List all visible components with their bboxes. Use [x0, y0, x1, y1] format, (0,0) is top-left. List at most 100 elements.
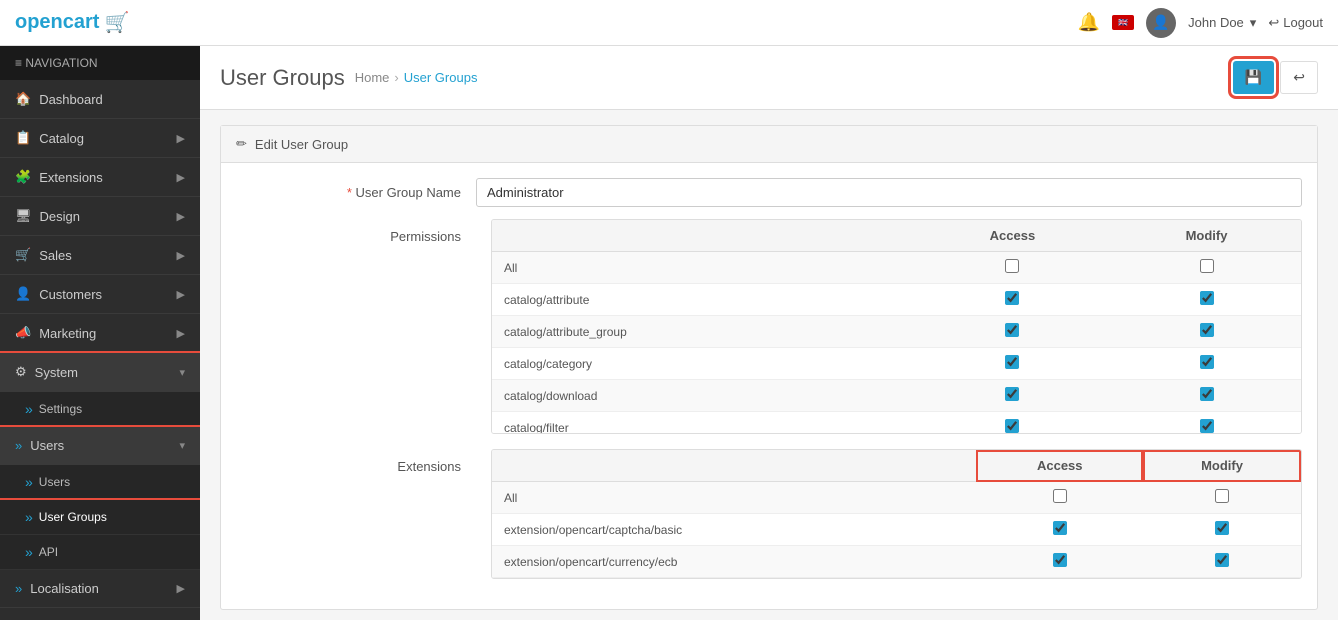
table-row: catalog/attribute_group [492, 316, 1301, 348]
perm-row-name: catalog/category [492, 348, 913, 380]
customers-icon: 👤 [15, 286, 31, 302]
top-nav-right: 🔔 🇬🇧 👤 John Doe ▾ ↩ Logout [1078, 8, 1323, 38]
chevron-right-icon: ▶ [177, 132, 185, 145]
save-icon: 💾 [1245, 69, 1262, 85]
sidebar-item-label: Extensions [39, 170, 103, 185]
access-checkbox[interactable] [1053, 553, 1067, 567]
ext-access-cell [976, 482, 1143, 514]
user-dropdown-icon: ▾ [1250, 15, 1257, 31]
catalog-icon: 📋 [15, 130, 31, 146]
sidebar-item-system[interactable]: ⚙ System ▾ [0, 353, 200, 392]
submenu-dots-icon: » [25, 474, 33, 490]
modify-checkbox[interactable] [1215, 489, 1229, 503]
chevron-down-icon: ▾ [179, 366, 185, 379]
user-group-name-input[interactable] [476, 178, 1302, 207]
nav-header-label: ≡ NAVIGATION [15, 56, 98, 70]
sidebar-subitem-users[interactable]: » Users [0, 465, 200, 500]
breadcrumb: Home › User Groups [355, 70, 478, 85]
marketing-icon: 📣 [15, 325, 31, 341]
ext-row-name: extension/opencart/currency/ecb [492, 546, 976, 578]
sidebar-item-label: System [35, 365, 78, 380]
perm-col-modify: Modify [1112, 220, 1301, 252]
modify-checkbox[interactable] [1200, 419, 1214, 433]
users-group-dots-icon: » [15, 438, 22, 453]
sidebar-subitem-user-groups[interactable]: » User Groups [0, 500, 200, 535]
panel-heading: ✏ Edit User Group [221, 126, 1317, 163]
sidebar-item-label: Dashboard [39, 92, 103, 107]
sidebar-item-localisation[interactable]: » Localisation ▶ [0, 570, 200, 608]
breadcrumb-current[interactable]: User Groups [404, 70, 478, 85]
perm-access-cell [913, 252, 1112, 284]
ext-access-cell [976, 546, 1143, 578]
modify-checkbox[interactable] [1200, 387, 1214, 401]
back-icon: ↩ [1293, 69, 1305, 85]
user-name: John Doe [1188, 15, 1244, 30]
chevron-right-icon: ▶ [177, 288, 185, 301]
sidebar-item-sales[interactable]: 🛒 Sales ▶ [0, 236, 200, 275]
table-row: All [492, 252, 1301, 284]
bell-icon[interactable]: 🔔 [1078, 12, 1100, 33]
perm-row-name: catalog/download [492, 380, 913, 412]
ext-col-access: Access [976, 450, 1143, 482]
chevron-right-icon: ▶ [177, 210, 185, 223]
sidebar-item-marketing[interactable]: 📣 Marketing ▶ [0, 314, 200, 353]
user-menu[interactable]: John Doe ▾ [1188, 15, 1256, 31]
modify-checkbox[interactable] [1200, 291, 1214, 305]
modify-checkbox[interactable] [1200, 323, 1214, 337]
sidebar-item-dashboard[interactable]: 🏠 Dashboard [0, 80, 200, 119]
sidebar-subitem-settings[interactable]: » Settings [0, 392, 200, 427]
avatar: 👤 [1146, 8, 1176, 38]
sidebar-item-customers[interactable]: 👤 Customers ▶ [0, 275, 200, 314]
submenu-dots-icon: » [25, 544, 33, 560]
logout-button[interactable]: ↩ Logout [1268, 15, 1323, 31]
access-checkbox[interactable] [1005, 387, 1019, 401]
table-row: All [492, 482, 1301, 514]
perm-modify-cell [1112, 316, 1301, 348]
table-row: catalog/download [492, 380, 1301, 412]
content-area: User Groups Home › User Groups 💾 ↩ [200, 46, 1338, 620]
users-submenu: » Users » User Groups [0, 465, 200, 535]
modify-checkbox[interactable] [1200, 355, 1214, 369]
access-checkbox[interactable] [1005, 419, 1019, 433]
label-text: User Group Name [356, 185, 461, 200]
permissions-table-wrap: Access Modify All [491, 219, 1302, 434]
ext-modify-cell [1143, 546, 1301, 578]
ext-modify-cell [1143, 482, 1301, 514]
modify-checkbox[interactable] [1215, 521, 1229, 535]
table-row: extension/opencart/currency/ecb [492, 546, 1301, 578]
perm-access-cell [913, 412, 1112, 435]
perm-col-name [492, 220, 913, 252]
save-button[interactable]: 💾 [1233, 61, 1274, 94]
perm-modify-cell [1112, 380, 1301, 412]
access-checkbox[interactable] [1053, 521, 1067, 535]
access-checkbox[interactable] [1005, 259, 1019, 273]
sidebar-item-maintenance[interactable]: » Maintenance ▶ [0, 608, 200, 620]
sidebar-item-label: Catalog [39, 131, 84, 146]
access-checkbox[interactable] [1053, 489, 1067, 503]
required-star: * [347, 185, 352, 200]
table-row: catalog/attribute [492, 284, 1301, 316]
permissions-section: Permissions Access Modify [236, 219, 1302, 434]
users-label: Users [39, 475, 70, 489]
sidebar-item-label: Marketing [39, 326, 96, 341]
chevron-down-icon: ▾ [179, 439, 185, 452]
access-checkbox[interactable] [1005, 355, 1019, 369]
perm-row-name: catalog/attribute [492, 284, 913, 316]
sidebar-item-users[interactable]: » Users ▾ [0, 427, 200, 465]
sidebar-item-label: Sales [39, 248, 72, 263]
breadcrumb-sep: › [394, 70, 398, 85]
access-checkbox[interactable] [1005, 323, 1019, 337]
modify-checkbox[interactable] [1200, 259, 1214, 273]
modify-checkbox[interactable] [1215, 553, 1229, 567]
back-button[interactable]: ↩ [1280, 61, 1318, 94]
panel-title: Edit User Group [255, 137, 348, 152]
access-checkbox[interactable] [1005, 291, 1019, 305]
sidebar-item-catalog[interactable]: 📋 Catalog ▶ [0, 119, 200, 158]
sidebar-item-extensions[interactable]: 🧩 Extensions ▶ [0, 158, 200, 197]
settings-label: Settings [39, 402, 82, 416]
extensions-table: Access Modify All [492, 450, 1301, 578]
sidebar-subitem-api[interactable]: » API [0, 535, 200, 570]
sidebar-item-design[interactable]: 🖥 Design ▶ [0, 197, 200, 236]
language-flag[interactable]: 🇬🇧 [1112, 15, 1134, 30]
logo-area: opencart 🛒 [15, 10, 129, 35]
